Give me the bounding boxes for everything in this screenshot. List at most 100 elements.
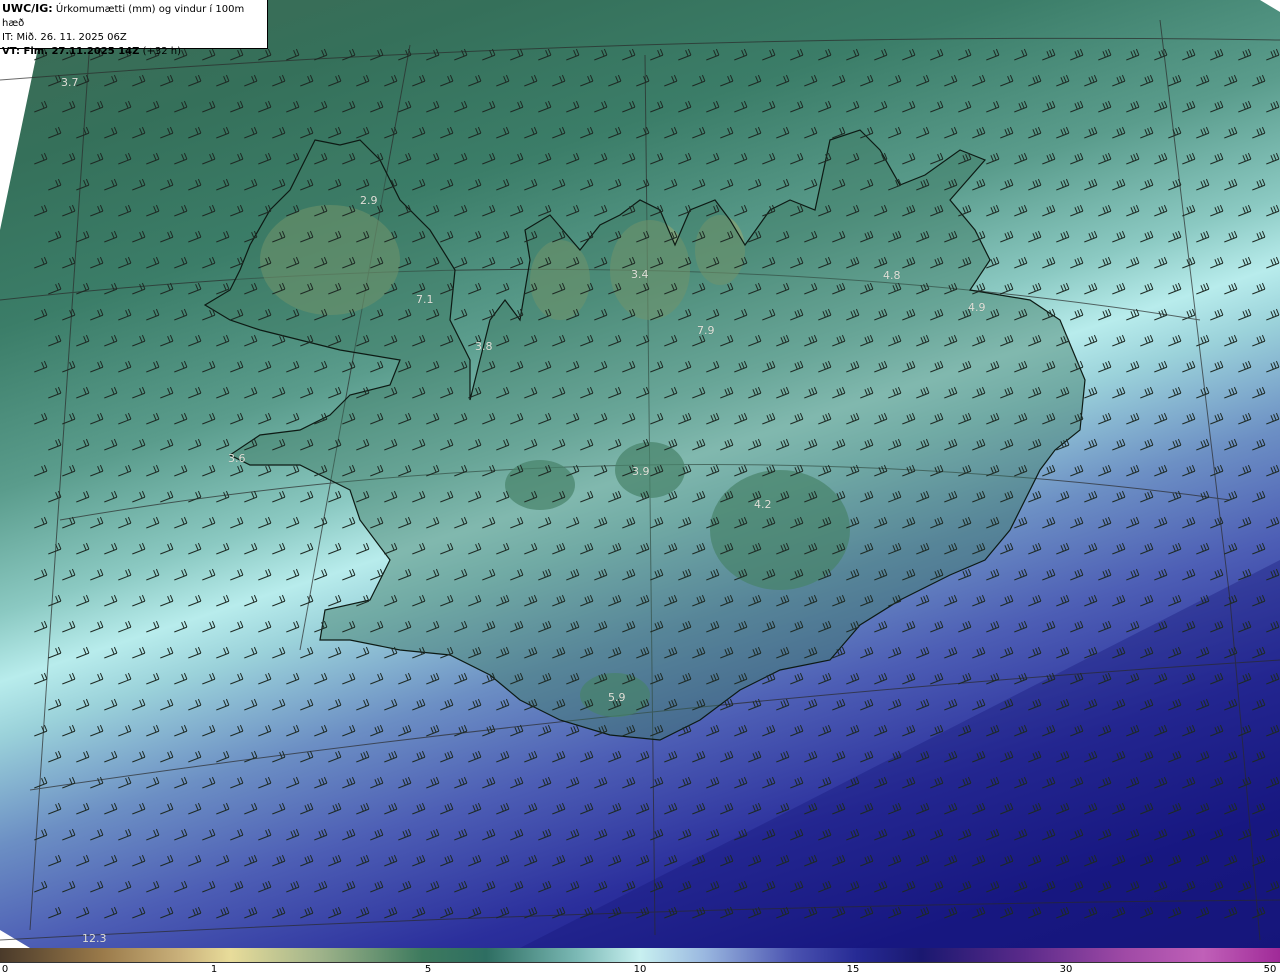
wind-barb [132,646,146,659]
wind-barb [1252,74,1266,87]
wind-barb [370,724,384,737]
wind-barb [944,74,958,87]
wind-barb [678,828,692,841]
wind-barb [272,802,286,815]
wind-barb [1210,48,1224,61]
wind-barb [650,100,664,113]
wind-barb [342,48,356,61]
wind-barb [930,48,944,61]
wind-barb [1126,48,1140,61]
wind-barb [1042,204,1056,217]
wind-barb [34,464,48,477]
map-value-label: 3.4 [631,268,649,281]
wind-barb [594,48,608,61]
wind-barb [664,74,678,87]
wind-barb [328,74,342,87]
wind-barb [62,776,76,789]
wind-barb [356,802,370,815]
init-time: IT: Mið. 26. 11. 2025 06Z [2,32,127,43]
wind-barb [1056,646,1070,659]
wind-barb [272,594,286,607]
wind-barb [244,646,258,659]
wind-barb [468,74,482,87]
wind-barb [1224,178,1238,191]
wind-barb [818,100,832,113]
wind-barb [76,802,90,815]
wind-barb [76,438,90,451]
wind-barb [328,490,342,503]
wind-barb [398,724,412,737]
wind-barb [1266,412,1280,425]
wind-barb [160,646,174,659]
wind-barb [286,568,300,581]
wind-barb [1224,230,1238,243]
wind-barb [76,386,90,399]
wind-barb [230,100,244,113]
wind-barb [300,594,314,607]
wind-barb [664,802,678,815]
wind-barb [1266,256,1280,269]
wind-barb [1238,204,1252,217]
wind-barb [496,906,510,919]
wind-barb [720,802,734,815]
wind-barb [1266,204,1280,217]
wind-barb [1210,100,1224,113]
wind-barb [216,334,230,347]
wind-barb [1252,178,1266,191]
wind-barb [244,906,258,919]
wind-barb [678,48,692,61]
wind-barb [34,256,48,269]
wind-barb [678,152,692,165]
wind-barb [328,386,342,399]
wind-barb [314,568,328,581]
wind-barb [1252,438,1266,451]
wind-barb [118,724,132,737]
wind-barb [1070,152,1084,165]
wind-barb [244,178,258,191]
wind-barb [1056,594,1070,607]
wind-barb [90,776,104,789]
map-value-label: 3.8 [475,340,493,353]
wind-barb [1140,334,1154,347]
wind-barb [90,828,104,841]
wind-barb [468,126,482,139]
wind-barb [748,698,762,711]
wind-barb [118,308,132,321]
wind-barb [692,74,706,87]
wind-barb [1140,282,1154,295]
wind-barb [1098,100,1112,113]
wind-barb [160,126,174,139]
wind-barb [328,854,342,867]
wind-barb [594,152,608,165]
wind-barb [454,828,468,841]
wind-barb [76,490,90,503]
wind-barb [202,880,216,893]
wind-barb [132,74,146,87]
wind-barb [342,360,356,373]
wind-barb [1168,126,1182,139]
wind-barb [34,100,48,113]
wind-barb [188,542,202,555]
wind-barb [258,724,272,737]
wind-barb [874,48,888,61]
wind-barb [300,802,314,815]
wind-barb [1224,542,1238,555]
wind-barb [1042,464,1056,477]
wind-barb [1028,282,1042,295]
wind-barb [482,880,496,893]
wind-barb [790,724,804,737]
wind-barb [398,100,412,113]
wind-barb [216,906,230,919]
wind-barb [202,152,216,165]
wind-barb [370,776,384,789]
wind-barb [818,776,832,789]
wind-barb [790,672,804,685]
wind-barb [146,568,160,581]
wind-barb [258,100,272,113]
wind-barb [1098,412,1112,425]
wind-barb [146,464,160,477]
wind-barb [104,594,118,607]
wind-barb [90,152,104,165]
wind-barb [524,854,538,867]
wind-barb [384,750,398,763]
